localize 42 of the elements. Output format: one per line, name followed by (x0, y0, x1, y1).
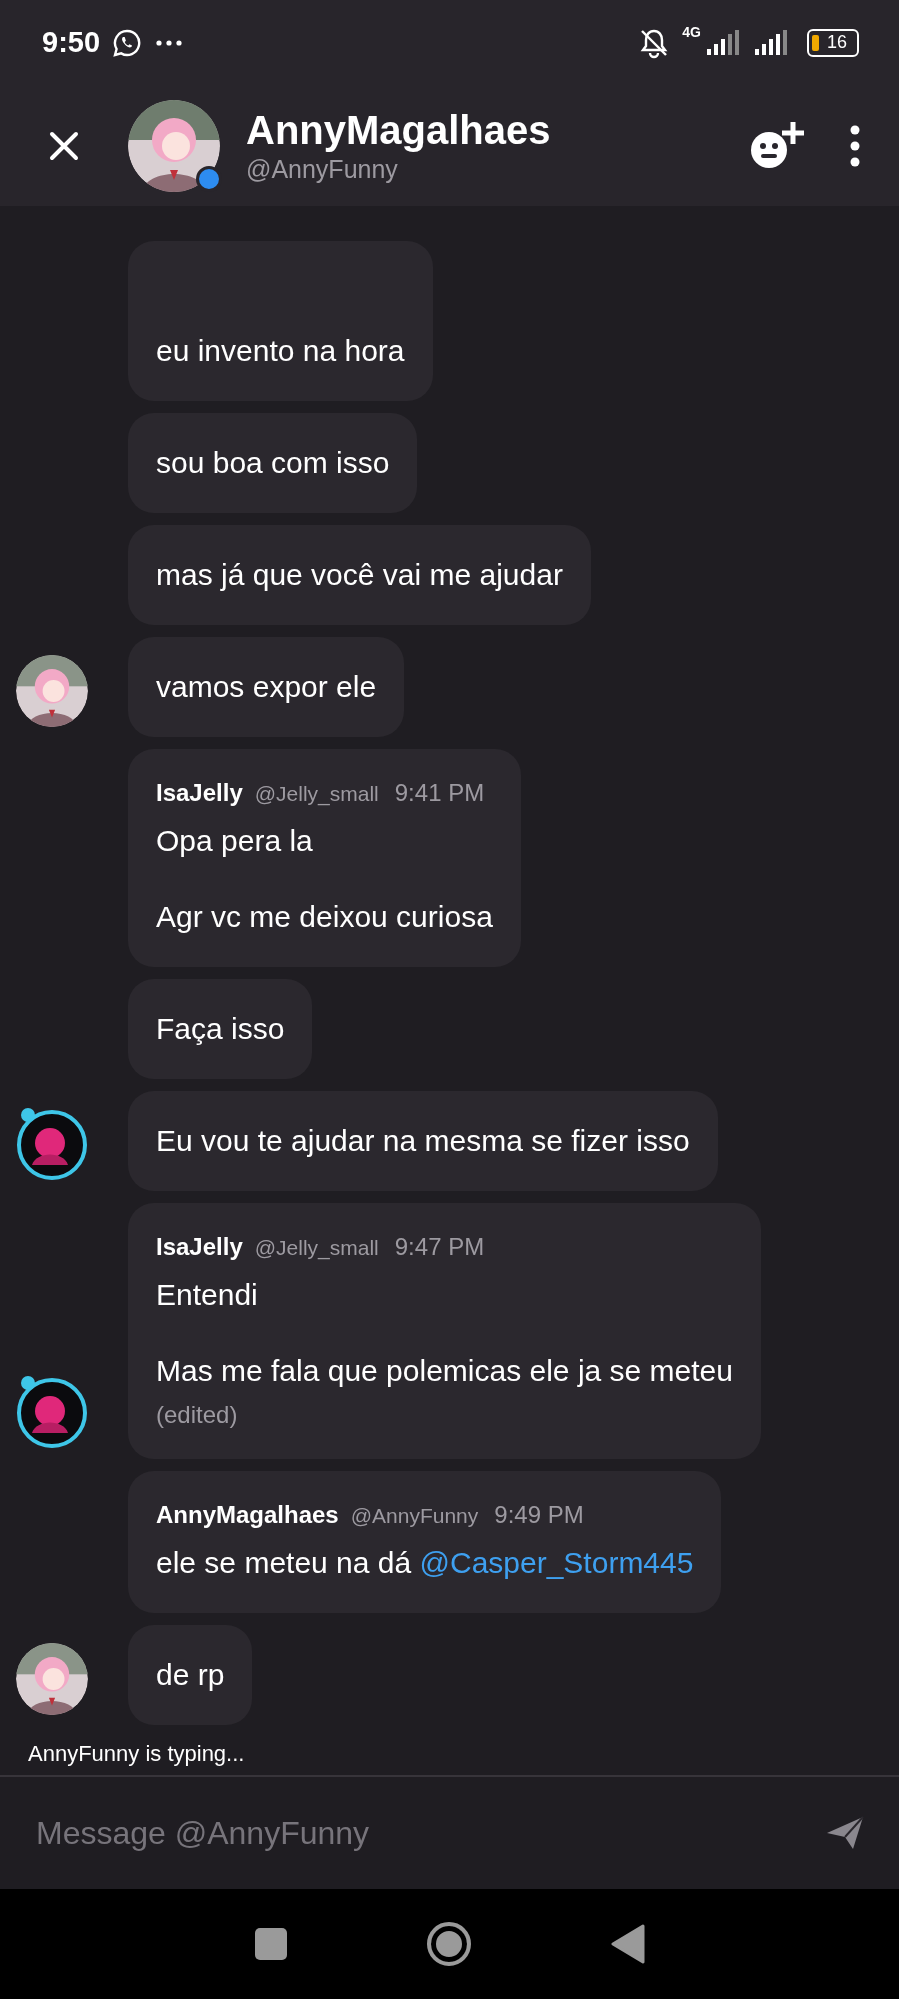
back-icon[interactable] (610, 1924, 645, 1964)
message-time: 9:47 PM (394, 1233, 485, 1261)
avatar[interactable] (14, 1105, 90, 1181)
signal-icon (753, 28, 789, 57)
message-text: ele se meteu na dá @Casper_Storm445 (156, 1545, 694, 1581)
message-text: de rp (156, 1657, 225, 1693)
contact-handle: @AnnyFunny (246, 154, 399, 184)
battery-icon: 16 (807, 28, 859, 57)
avatar[interactable] (16, 1643, 88, 1715)
contact-name: AnnyMagalhaes (246, 107, 552, 153)
avatar[interactable] (128, 99, 220, 192)
signal-icon (705, 28, 741, 57)
author-name: IsaJelly (156, 1233, 243, 1261)
mention-link[interactable]: @Casper_Storm445 (419, 1546, 694, 1579)
message-text: Eu vou te ajudar na mesma se fizer isso (156, 1123, 690, 1159)
message-text: vamos expor ele (156, 669, 377, 705)
author-name: AnnyMagalhaes (156, 1501, 339, 1529)
message-text: Faça isso (156, 1011, 285, 1047)
message-text: sou boa com isso (156, 445, 390, 481)
message-text: Agr vc me deixou curiosa (156, 899, 493, 935)
message-text: Entendi (156, 1277, 259, 1313)
message-time: 9:41 PM (394, 779, 485, 807)
message-text: mas já que você vai me ajudar (156, 557, 563, 593)
avatar[interactable] (16, 655, 88, 727)
edited-label: (edited) (156, 1401, 239, 1429)
home-button[interactable] (426, 1922, 471, 1966)
avatar[interactable] (14, 1373, 90, 1449)
recents-button[interactable] (254, 1928, 287, 1960)
message-text: Opa pera la (156, 823, 314, 859)
author-name: IsaJelly (156, 779, 243, 807)
message-time: 9:49 PM (494, 1501, 584, 1529)
send-icon[interactable] (825, 1815, 865, 1851)
message-text: Mas me fala que polemicas ele ja se meteu (156, 1353, 733, 1389)
status-time: 9:50 (42, 26, 101, 59)
whatsapp-icon (112, 27, 143, 58)
author-handle: @Jelly_small (254, 1236, 379, 1260)
message-input[interactable]: Message @AnnyFunny (0, 1777, 899, 1889)
author-handle: @AnnyFunny (350, 1504, 479, 1528)
more-icon (154, 37, 185, 48)
message-text: eu invento na hora (156, 333, 405, 369)
network-label: 4G (682, 24, 701, 40)
author-handle: @Jelly_small (254, 782, 379, 806)
